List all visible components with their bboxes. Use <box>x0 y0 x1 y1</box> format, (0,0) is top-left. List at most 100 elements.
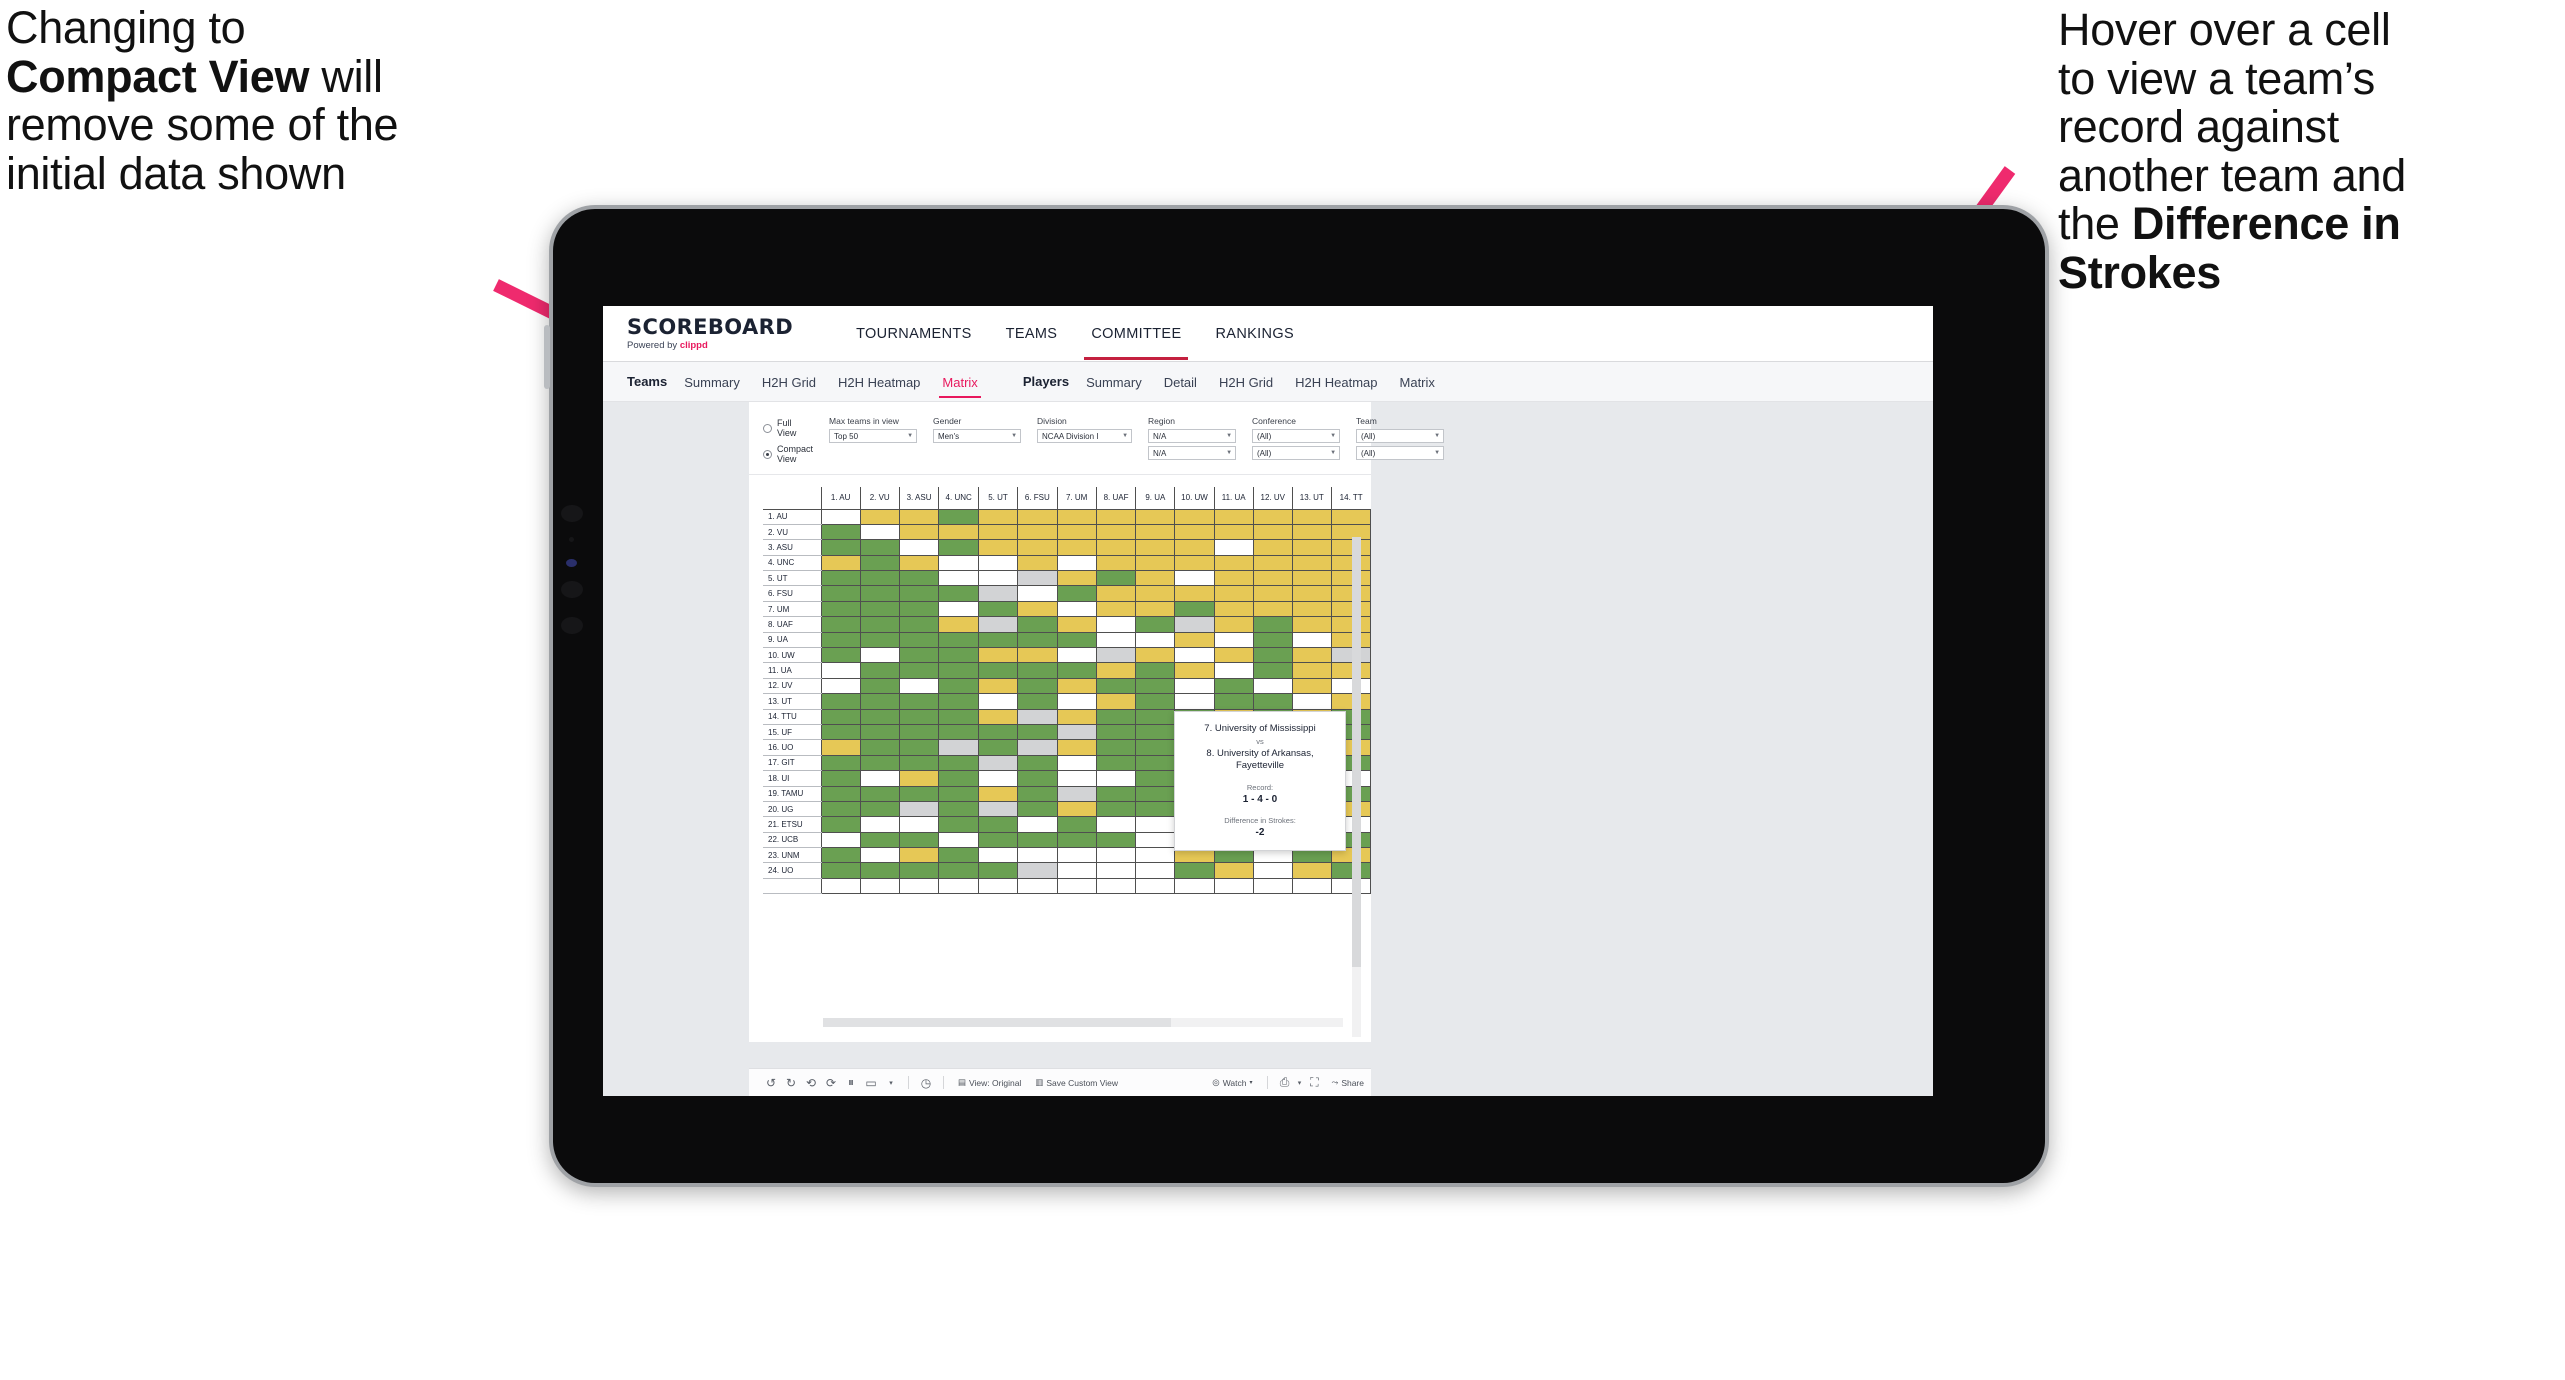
matrix-cell[interactable] <box>1174 600 1215 618</box>
matrix-vertical-scrollbar[interactable] <box>1352 537 1361 1037</box>
matrix-cell[interactable] <box>1174 647 1215 664</box>
matrix-cell[interactable] <box>1291 693 1332 710</box>
matrix-cell[interactable] <box>1174 554 1215 572</box>
matrix-cell[interactable] <box>1213 662 1254 679</box>
filter-select-region-2[interactable]: N/A ▼ <box>1148 446 1237 460</box>
matrix-cell[interactable] <box>820 739 861 756</box>
matrix-cell[interactable] <box>1213 554 1254 572</box>
matrix-cell[interactable] <box>820 847 861 864</box>
matrix-cell[interactable] <box>977 739 1019 756</box>
matrix-cell[interactable] <box>1135 616 1176 633</box>
matrix-cell[interactable] <box>898 862 940 879</box>
matrix-cell[interactable] <box>1213 523 1254 541</box>
fullscreen-icon[interactable]: ⛶ <box>1305 1075 1325 1090</box>
matrix-cell[interactable] <box>898 662 940 679</box>
matrix-cell[interactable] <box>1095 847 1137 864</box>
matrix-cell[interactable] <box>1017 631 1058 649</box>
subnav-item-players-h2h-heatmap[interactable]: H2H Heatmap <box>1284 364 1388 400</box>
matrix-cell[interactable] <box>1213 677 1254 695</box>
matrix-cell[interactable] <box>977 631 1019 649</box>
matrix-cell[interactable] <box>898 770 940 787</box>
matrix-cell[interactable] <box>859 831 900 849</box>
matrix-cell[interactable] <box>1017 585 1058 602</box>
matrix-cell[interactable] <box>820 600 861 618</box>
filter-select-gender[interactable]: Men's ▼ <box>933 429 1022 443</box>
matrix-cell[interactable] <box>1174 508 1215 525</box>
matrix-cell[interactable] <box>1095 631 1137 649</box>
revert-icon[interactable]: ⟲ <box>801 1076 821 1090</box>
matrix-cell[interactable] <box>1056 677 1097 695</box>
matrix-cell[interactable] <box>977 508 1019 525</box>
matrix-cell[interactable] <box>820 785 861 802</box>
matrix-cell[interactable] <box>938 693 979 710</box>
matrix-cell[interactable] <box>820 616 861 633</box>
matrix-cell[interactable] <box>977 647 1019 664</box>
matrix-cell[interactable] <box>1174 693 1215 710</box>
matrix-cell[interactable] <box>1095 677 1137 695</box>
matrix-cell[interactable] <box>1174 631 1215 649</box>
radio-full-view[interactable]: Full View <box>763 418 813 438</box>
matrix-cell[interactable] <box>859 785 900 802</box>
matrix-cell[interactable] <box>938 631 979 649</box>
matrix-cell[interactable] <box>1095 570 1137 587</box>
matrix-cell[interactable] <box>1330 554 1372 572</box>
topnav-item-rankings[interactable]: RANKINGS <box>1198 307 1311 360</box>
matrix-cell[interactable] <box>938 847 979 864</box>
matrix-cell[interactable] <box>1252 600 1293 618</box>
matrix-cell[interactable] <box>1017 693 1058 710</box>
matrix-cell[interactable] <box>1017 708 1058 725</box>
matrix-cell[interactable] <box>977 831 1019 849</box>
matrix-cell[interactable] <box>1291 570 1332 587</box>
matrix-cell[interactable] <box>1017 831 1058 849</box>
matrix-cell[interactable] <box>859 523 900 541</box>
matrix-cell[interactable] <box>1056 693 1097 710</box>
matrix-cell[interactable] <box>859 662 900 679</box>
matrix-cell[interactable] <box>1095 647 1137 664</box>
matrix-cell[interactable] <box>1017 539 1058 556</box>
topnav-item-tournaments[interactable]: TOURNAMENTS <box>839 307 989 360</box>
matrix-cell[interactable] <box>820 508 861 525</box>
matrix-cell[interactable] <box>1174 585 1215 602</box>
subnav-item-players-detail[interactable]: Detail <box>1153 364 1208 400</box>
subnav-item-teams-h2h-grid[interactable]: H2H Grid <box>751 364 827 400</box>
matrix-cell[interactable] <box>1135 800 1176 818</box>
matrix-cell[interactable] <box>1252 539 1293 556</box>
matrix-cell[interactable] <box>1252 585 1293 602</box>
matrix-cell[interactable] <box>859 693 900 710</box>
matrix-cell[interactable] <box>1056 770 1097 787</box>
matrix-cell[interactable] <box>1330 677 1372 695</box>
matrix-cell[interactable] <box>1213 508 1254 525</box>
matrix-cell[interactable] <box>1330 616 1372 633</box>
matrix-cell[interactable] <box>1095 523 1137 541</box>
matrix-cell[interactable] <box>859 754 900 772</box>
matrix-cell[interactable] <box>1291 662 1332 679</box>
matrix-cell[interactable] <box>1291 862 1332 879</box>
radio-compact-view[interactable]: Compact View <box>763 444 813 464</box>
matrix-cell[interactable] <box>859 862 900 879</box>
matrix-cell[interactable] <box>898 508 940 525</box>
matrix-cell[interactable] <box>1135 708 1176 725</box>
matrix-cell[interactable] <box>1252 631 1293 649</box>
matrix-cell[interactable] <box>1135 693 1176 710</box>
matrix-cell[interactable] <box>859 570 900 587</box>
matrix-cell[interactable] <box>1135 754 1176 772</box>
matrix-cell[interactable] <box>1056 816 1097 833</box>
matrix-cell[interactable] <box>1135 539 1176 556</box>
matrix-cell[interactable] <box>820 554 861 572</box>
matrix-cell[interactable] <box>1252 862 1293 879</box>
filter-select-region-1[interactable]: N/A ▼ <box>1148 429 1237 443</box>
matrix-cell[interactable] <box>977 677 1019 695</box>
matrix-cell[interactable] <box>938 708 979 725</box>
matrix-cell[interactable] <box>1135 600 1176 618</box>
matrix-cell[interactable] <box>820 585 861 602</box>
matrix-cell[interactable] <box>898 616 940 633</box>
matrix-cell[interactable] <box>1291 554 1332 572</box>
shape-caret-icon[interactable]: ▾ <box>881 1079 901 1087</box>
matrix-cell[interactable] <box>1330 600 1372 618</box>
matrix-cell[interactable] <box>820 570 861 587</box>
matrix-cell[interactable] <box>1017 662 1058 679</box>
matrix-cell[interactable] <box>977 708 1019 725</box>
matrix-cell[interactable] <box>1330 662 1372 679</box>
matrix-cell[interactable] <box>820 631 861 649</box>
matrix-cell[interactable] <box>898 785 940 802</box>
